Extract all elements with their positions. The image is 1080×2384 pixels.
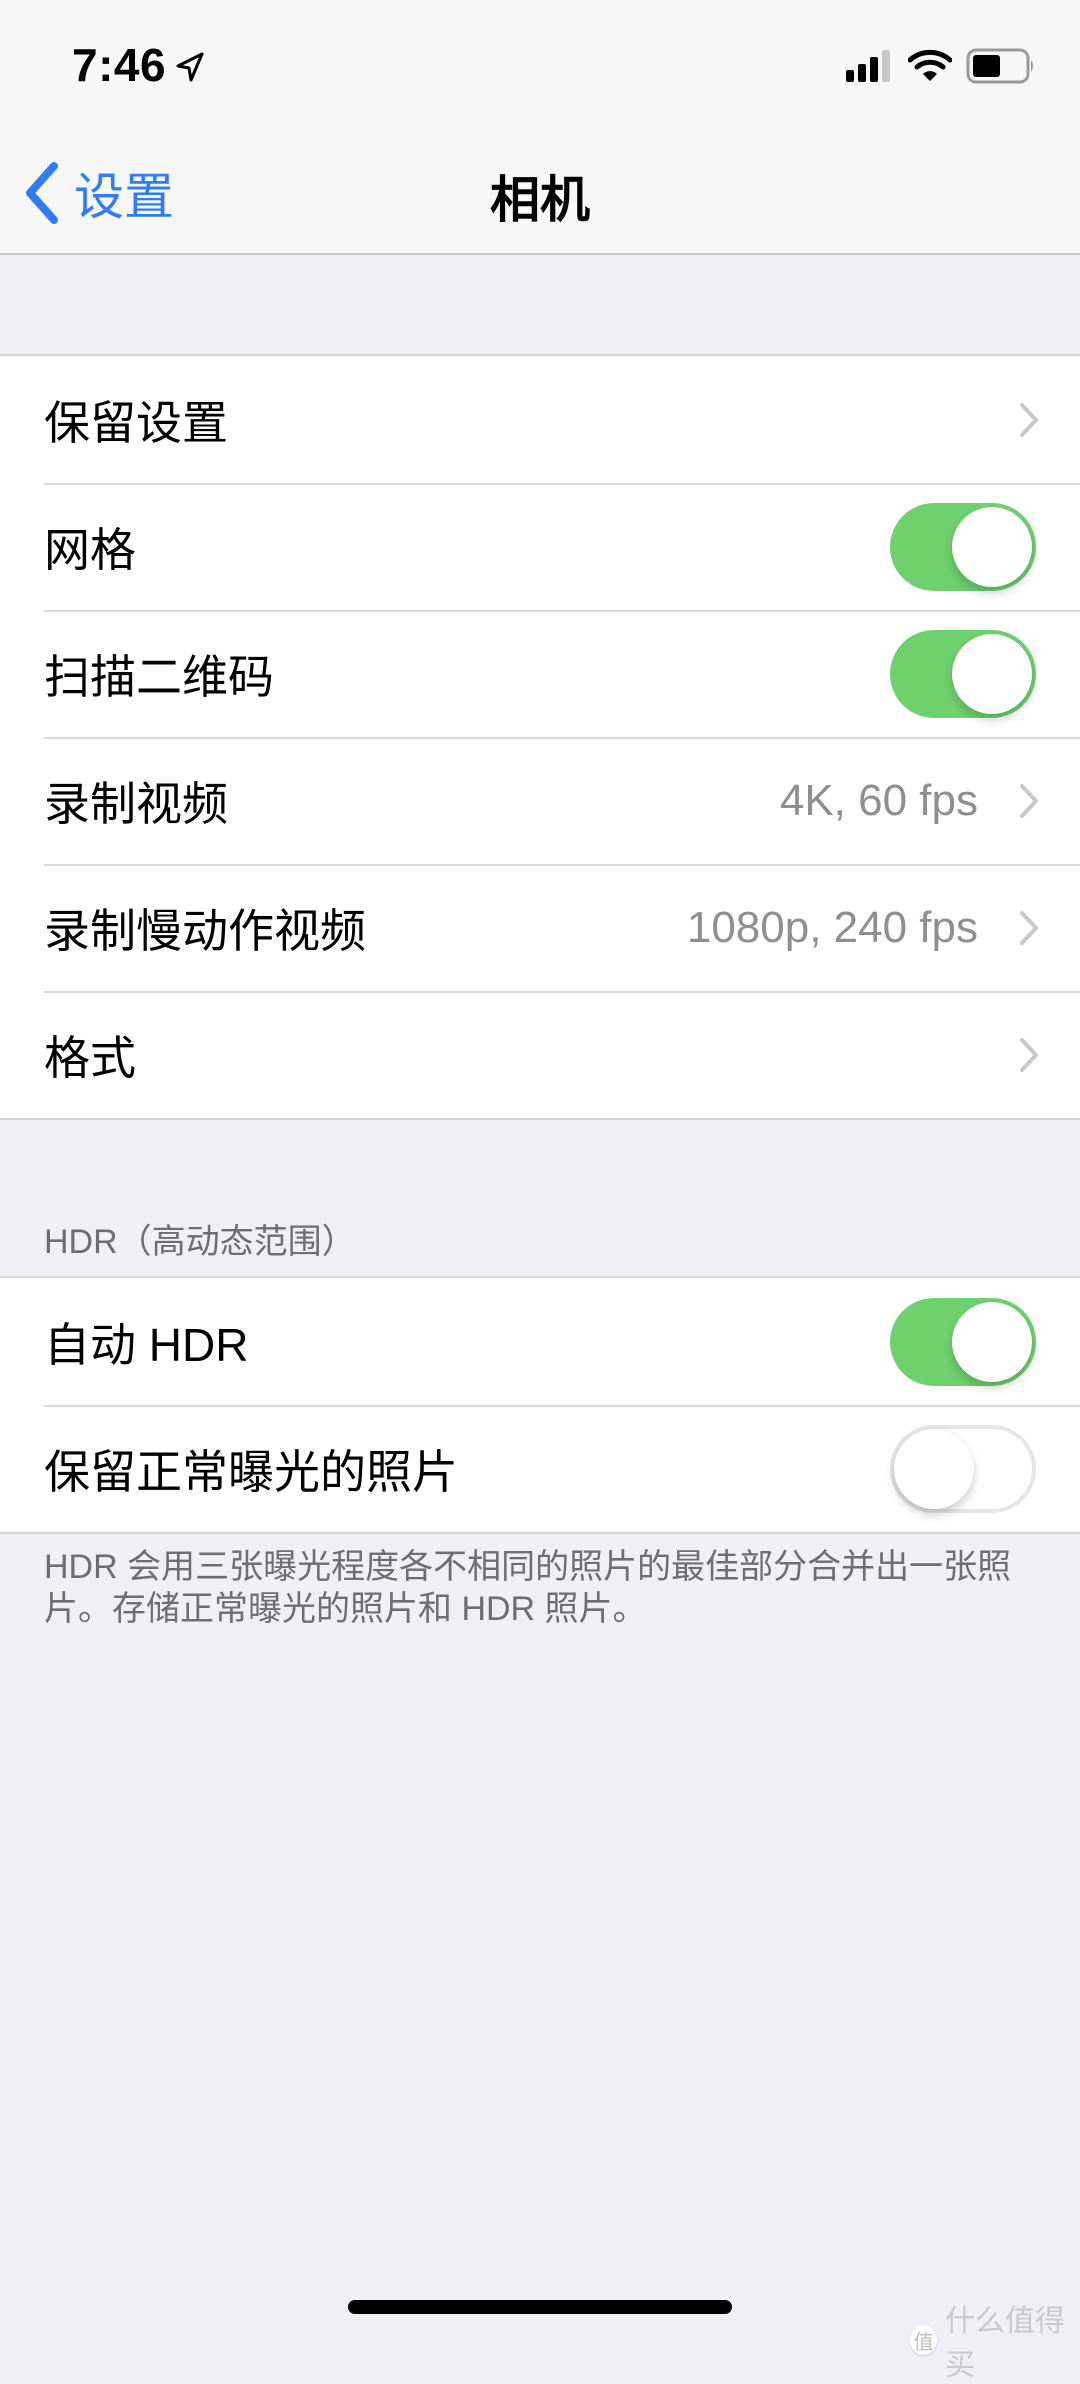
battery-icon	[966, 48, 1033, 84]
hdr-settings-group: 自动 HDR 保留正常曝光的照片	[0, 1276, 1080, 1534]
row-keep-normal-photo: 保留正常曝光的照片	[0, 1405, 1080, 1532]
status-bar: 7:46	[0, 0, 1080, 130]
row-label: 扫描二维码	[44, 650, 274, 703]
row-label: 网格	[44, 523, 136, 576]
toggle-knob	[894, 1428, 974, 1509]
row-grid: 网格	[0, 483, 1080, 610]
row-label: 保留正常曝光的照片	[44, 1445, 458, 1498]
auto-hdr-toggle[interactable]	[890, 1297, 1036, 1386]
grid-toggle[interactable]	[890, 502, 1036, 591]
scan-qr-toggle[interactable]	[890, 629, 1036, 718]
wifi-icon	[908, 49, 952, 81]
location-arrow-icon	[176, 52, 204, 82]
row-label: 格式	[44, 1031, 136, 1084]
toggle-knob	[952, 633, 1032, 714]
row-preserve-settings[interactable]: 保留设置	[0, 356, 1080, 483]
row-label: 自动 HDR	[44, 1318, 249, 1371]
row-record-slomo[interactable]: 录制慢动作视频 1080p, 240 fps	[0, 864, 1080, 991]
chevron-right-icon	[1020, 402, 1038, 437]
watermark-logo-icon: 值	[910, 2325, 937, 2355]
keep-normal-photo-toggle[interactable]	[890, 1424, 1036, 1513]
row-value: 4K, 60 fps	[779, 775, 978, 825]
row-formats[interactable]: 格式	[0, 991, 1080, 1118]
row-auto-hdr: 自动 HDR	[0, 1278, 1080, 1405]
toggle-knob	[952, 506, 1032, 587]
status-time: 7:46	[72, 39, 167, 91]
row-label: 录制视频	[44, 777, 228, 830]
section-header-hdr: HDR（高动态范围）	[44, 1223, 356, 1261]
section-footer-hdr: HDR 会用三张曝光程度各不相同的照片的最佳部分合并出一张照片。存储正常曝光的照…	[44, 1548, 1012, 1628]
row-value: 1080p, 240 fps	[686, 902, 978, 952]
watermark-text: 什么值得买	[945, 2305, 1065, 2382]
chevron-right-icon	[1020, 783, 1038, 818]
row-label: 保留设置	[44, 396, 228, 449]
home-indicator[interactable]	[348, 2300, 732, 2314]
cellular-signal-icon	[846, 50, 890, 82]
navigation-bar: 设置 相机	[0, 130, 1080, 255]
row-scan-qr: 扫描二维码	[0, 610, 1080, 737]
toggle-knob	[952, 1301, 1032, 1382]
page-title: 相机	[490, 172, 590, 228]
row-record-video[interactable]: 录制视频 4K, 60 fps	[0, 737, 1080, 864]
chevron-right-icon	[1020, 910, 1038, 945]
chevron-right-icon	[1020, 1037, 1038, 1072]
row-label: 录制慢动作视频	[44, 904, 366, 957]
watermark: 值 什么值得买	[910, 2296, 1080, 2384]
camera-settings-group: 保留设置 网格 扫描二维码 录制视频 4K, 60 fps 录制慢动作视频 10…	[0, 354, 1080, 1120]
